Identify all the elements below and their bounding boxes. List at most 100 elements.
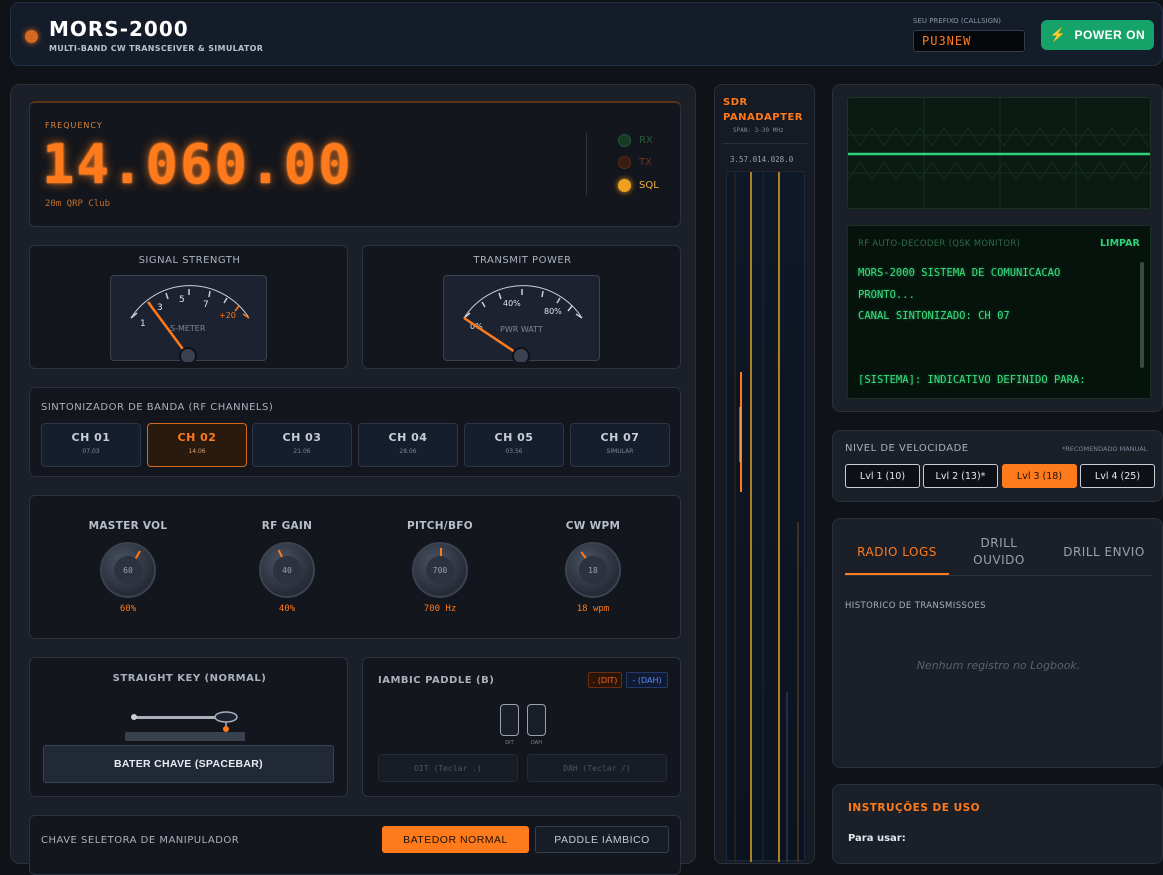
clear-button[interactable]: LIMPAR	[1100, 238, 1140, 249]
dit-key-field[interactable]: DIT (Teclar .)	[378, 754, 518, 782]
tab-label: OUVIDO	[973, 553, 1025, 567]
channel-freq: SIMULAR	[606, 448, 634, 455]
rf-gain-knob[interactable]: 40	[259, 542, 315, 598]
svg-text:+20: +20	[219, 311, 236, 320]
sdr-waterfall[interactable]	[726, 171, 805, 862]
knob-label: RF GAIN	[261, 520, 313, 532]
tab-label: DRILL	[980, 536, 1018, 550]
callsign-input[interactable]	[913, 30, 1025, 52]
divider	[845, 575, 1152, 576]
knob-readout: 60%	[119, 604, 137, 614]
speed-level-1-button[interactable]: Lvl 1 (10)	[845, 464, 920, 488]
speed-level-2-button[interactable]: Lvl 2 (13)*	[923, 464, 998, 488]
dah-key-field[interactable]: DAH (Teclar /)	[527, 754, 667, 782]
channel-button-ch05[interactable]: CH 05 03.56	[464, 423, 564, 467]
frequency-label: FREQUENCY	[45, 121, 103, 130]
svg-text:1: 1	[140, 319, 146, 329]
dah-small-label: DAH	[531, 740, 542, 746]
channel-freq: 21.06	[293, 448, 311, 455]
knob-readout: 700 Hz	[423, 604, 457, 614]
rf-decoder: RF AUTO-DECODER (QSK MONITOR) LIMPAR MOR…	[847, 225, 1151, 399]
tab-radio-logs[interactable]: RADIO LOGS	[845, 544, 949, 561]
sdr-title-line: SDR	[723, 97, 748, 108]
decoder-scrollbar[interactable]	[1140, 262, 1144, 368]
decoder-line: [SISTEMA]: INDICATIVO DEFINIDO PARA:	[858, 374, 1086, 386]
power-button[interactable]: ⚡ POWER ON	[1041, 20, 1154, 50]
knob-value: 40	[273, 556, 301, 584]
channel-name: CH 01	[71, 431, 111, 444]
channel-name: CH 02	[177, 431, 217, 444]
straight-key-title: STRAIGHT KEY (NORMAL)	[112, 673, 267, 684]
sql-label: SQL	[639, 180, 659, 191]
app-header: MORS-2000 MULTI-BAND CW TRANSCEIVER & SI…	[10, 2, 1163, 66]
dit-small-label: DIT	[505, 740, 514, 746]
speed-title: NIVEL DE VELOCIDADE	[845, 443, 969, 454]
channel-button-ch04[interactable]: CH 04 28.06	[358, 423, 458, 467]
channel-freq: 28.06	[399, 448, 417, 455]
key-selector: CHAVE SELETORA DE MANIPULADOR BATEDOR NO…	[29, 815, 681, 875]
knob-value: 700	[426, 556, 454, 584]
svg-text:3: 3	[157, 303, 163, 313]
rx-indicator: RX	[618, 134, 653, 147]
help-subtitle: Para usar:	[848, 833, 906, 844]
tab-drill-ouvido[interactable]: DRILL OUVIDO	[957, 535, 1041, 569]
frequency-club: 20m QRP Club	[45, 199, 111, 209]
divider	[586, 133, 587, 195]
svg-text:S-METER: S-METER	[170, 324, 206, 333]
channel-freq: 14.06	[188, 448, 206, 455]
power-title: TRANSMIT POWER	[473, 255, 572, 266]
svg-text:80%: 80%	[544, 307, 562, 316]
iambic-mode-button[interactable]: PADDLE IÁMBICO	[535, 826, 669, 853]
signal-strength-meter: SIGNAL STRENGTH 1 3 5 7 +20 S-METER	[29, 245, 348, 369]
app-subtitle: MULTI-BAND CW TRANSCEIVER & SIMULATOR	[49, 44, 264, 53]
tab-drill-envio[interactable]: DRILL ENVIO	[1051, 544, 1157, 561]
power-button-label: POWER ON	[1074, 28, 1146, 42]
telegraph-key-icon	[125, 711, 245, 741]
sdr-readout: 3.57.014.028.0	[730, 155, 794, 164]
cw-wpm-control: CW WPM 18 18 wpm	[538, 520, 648, 614]
sdr-span: SPAN: 3-30 MHz	[733, 127, 784, 134]
cw-wpm-knob[interactable]: 18	[565, 542, 621, 598]
s-meter-dial: 1 3 5 7 +20 S-METER	[110, 275, 267, 365]
sdr-title-line: PANADAPTER	[723, 112, 803, 123]
active-tab-underline	[845, 573, 949, 575]
straight-key-panel: STRAIGHT KEY (NORMAL) BATER CHAVE (SPACE…	[29, 657, 348, 797]
frequency-display: FREQUENCY 14.060.00 20m QRP Club RX TX S…	[29, 101, 681, 227]
sdr-panadapter: SDR PANADAPTER SPAN: 3-30 MHz 3.57.014.0…	[714, 84, 815, 864]
tap-key-button[interactable]: BATER CHAVE (SPACEBAR)	[43, 745, 334, 783]
channel-freq: 07.03	[82, 448, 100, 455]
channel-button-ch02[interactable]: CH 02 14.06	[147, 423, 247, 467]
band-title: SINTONIZADOR DE BANDA (RF CHANNELS)	[41, 402, 274, 413]
history-title: HISTORICO DE TRANSMISSOES	[845, 601, 986, 611]
knob-label: CW WPM	[565, 520, 621, 532]
tx-indicator: TX	[618, 156, 652, 169]
svg-text:40%: 40%	[503, 299, 521, 308]
dit-paddle[interactable]	[500, 704, 519, 736]
straight-key-mode-button[interactable]: BATEDOR NORMAL	[382, 826, 529, 853]
svg-text:PWR WATT: PWR WATT	[500, 325, 543, 334]
knob-readout: 40%	[278, 604, 296, 614]
lightning-icon: ⚡	[1049, 27, 1067, 42]
rx-label: RX	[639, 135, 653, 146]
pitch-bfo-knob[interactable]: 700	[412, 542, 468, 598]
dah-paddle[interactable]	[527, 704, 546, 736]
channel-button-ch07[interactable]: CH 07 SIMULAR	[570, 423, 670, 467]
monitor-panel: RF AUTO-DECODER (QSK MONITOR) LIMPAR MOR…	[832, 84, 1163, 412]
transmit-power-meter: TRANSMIT POWER 0% 40% 80% PWR WATT	[362, 245, 681, 369]
frequency-value: 14.060.00	[42, 133, 353, 196]
dit-tag: . (DIT)	[588, 672, 622, 688]
divider	[723, 143, 807, 144]
logs-panel: RADIO LOGS DRILL OUVIDO DRILL ENVIO HIST…	[832, 518, 1163, 768]
app-title: MORS-2000	[49, 17, 189, 41]
decoder-line: PRONTO...	[858, 289, 915, 301]
transceiver-panel: FREQUENCY 14.060.00 20m QRP Club RX TX S…	[10, 84, 696, 875]
speed-level-4-button[interactable]: Lvl 4 (25)	[1080, 464, 1155, 488]
pitch-bfo-control: PITCH/BFO 700 700 Hz	[385, 520, 495, 614]
iambic-title: IAMBIC PADDLE (B)	[378, 675, 495, 686]
decoder-title: RF AUTO-DECODER (QSK MONITOR)	[858, 239, 1021, 249]
master-vol-knob[interactable]: 60	[100, 542, 156, 598]
knob-label: PITCH/BFO	[407, 520, 473, 532]
channel-button-ch01[interactable]: CH 01 07.03	[41, 423, 141, 467]
channel-button-ch03[interactable]: CH 03 21.06	[252, 423, 352, 467]
speed-level-3-button[interactable]: Lvl 3 (18)	[1002, 464, 1077, 488]
